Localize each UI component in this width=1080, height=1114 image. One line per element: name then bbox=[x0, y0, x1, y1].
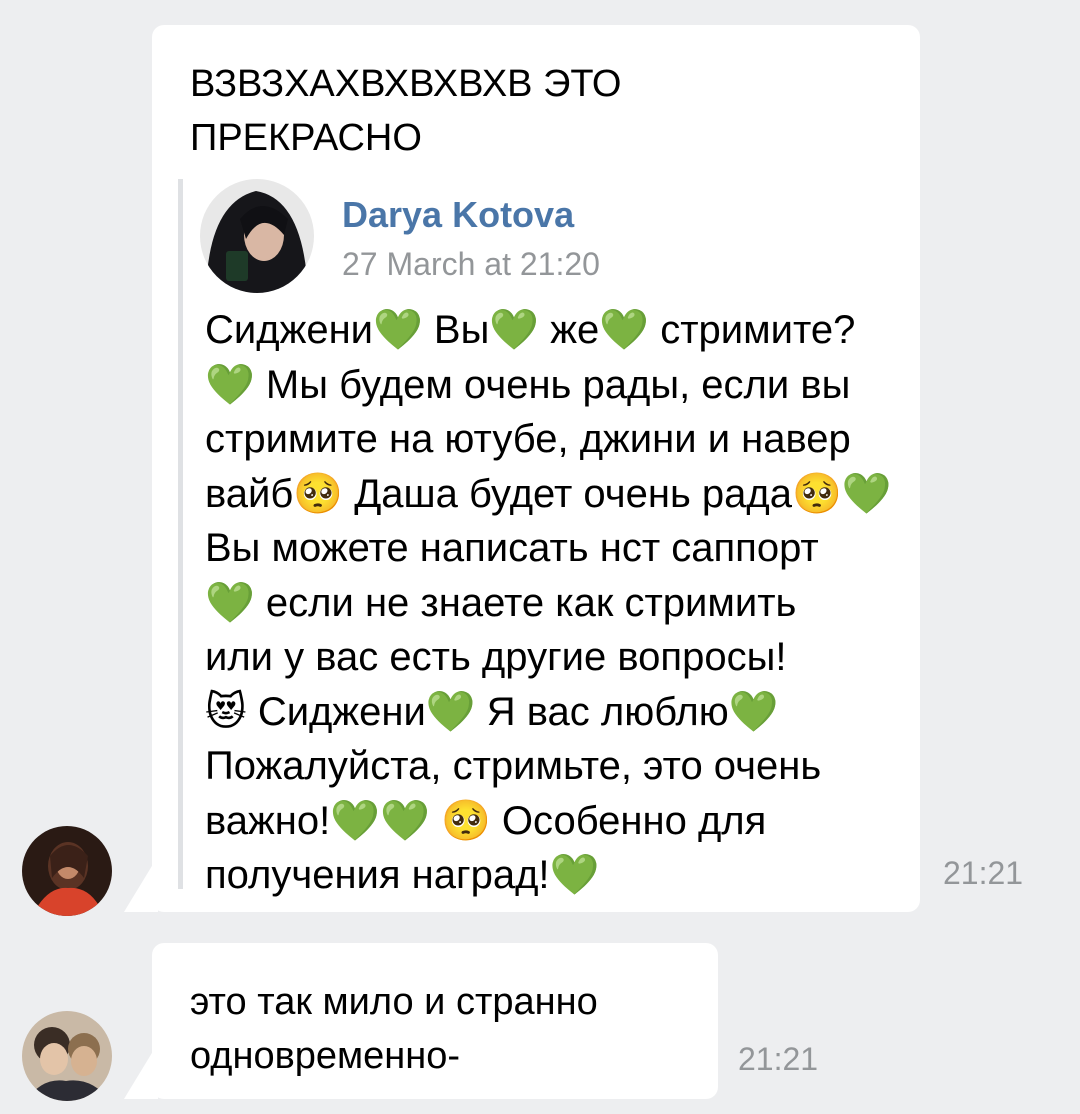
forwarded-text: Сиджени💚 Вы💚 же💚 стримите? 💚 Мы будем оч… bbox=[205, 308, 892, 897]
message-time: 21:21 bbox=[943, 855, 1024, 891]
message-bubble[interactable]: ВЗВЗХАХВХВХВХВ ЭТО ПРЕКРАСНО Darya Kotov… bbox=[152, 25, 920, 912]
forwarded-message[interactable]: Darya Kotova 27 March at 21:20 Сиджени💚 … bbox=[178, 179, 925, 897]
message-text: ВЗВЗХАХВХВХВХВ ЭТО ПРЕКРАСНО bbox=[190, 63, 622, 159]
author-name[interactable]: Darya Kotova bbox=[342, 194, 574, 236]
avatar[interactable] bbox=[22, 826, 112, 916]
author-avatar[interactable] bbox=[200, 179, 314, 293]
message-time: 21:21 bbox=[738, 1041, 819, 1077]
avatar[interactable] bbox=[22, 1011, 112, 1101]
forwarded-date: 27 March at 21:20 bbox=[342, 246, 600, 282]
message-bubble[interactable]: это так мило и странно одновременно- bbox=[152, 943, 718, 1099]
message-text: это так мило и странно одновременно- bbox=[190, 981, 598, 1077]
